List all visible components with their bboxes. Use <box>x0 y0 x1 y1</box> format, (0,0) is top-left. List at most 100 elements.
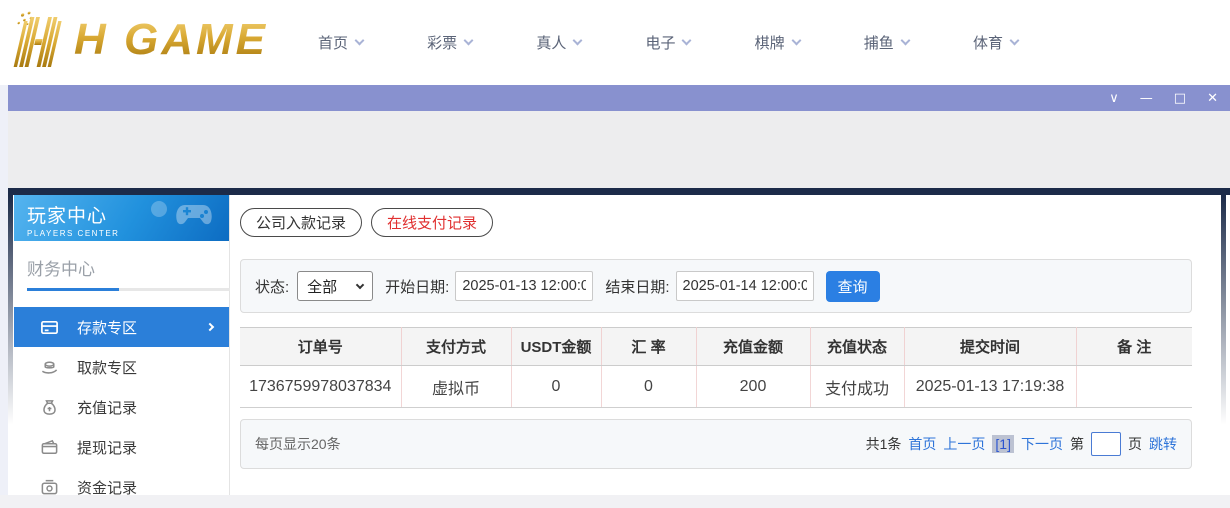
nav-item-slots[interactable]: 电子 <box>645 32 692 53</box>
chevron-down-icon <box>682 35 692 46</box>
sidebar-item-recharge-records[interactable]: 充值记录 <box>14 387 229 427</box>
page-size-text: 每页显示20条 <box>255 436 341 452</box>
page-bottom-margin <box>0 495 1230 508</box>
sidebar-item-withdrawal-records[interactable]: 提现记录 <box>14 427 229 467</box>
nav-item-lottery[interactable]: 彩票 <box>427 32 474 53</box>
end-date-label: 结束日期: <box>605 278 670 296</box>
sidebar-item-label: 取款专区 <box>77 359 138 377</box>
sidebar-subtitle: PLAYERS CENTER <box>27 229 120 238</box>
sidebar-item-withdraw[interactable]: 取款专区 <box>14 347 229 387</box>
table-row: 1736759978037834 虚拟币 0 0 200 支付成功 2025-0… <box>240 365 1192 408</box>
section-underline <box>27 288 230 291</box>
search-button[interactable]: 查询 <box>825 270 880 302</box>
site-header: H GAME 首页 彩票 真人 电子 棋牌 捕鱼 体育 <box>0 0 1230 85</box>
jump-button[interactable]: 跳转 <box>1149 434 1177 454</box>
cell-recharge-amount: 200 <box>695 365 811 408</box>
sidebar-item-deposit[interactable]: 存款专区 <box>14 307 229 347</box>
prev-page-link[interactable]: 上一页 <box>943 434 985 454</box>
table-header-row: 订单号 支付方式 USDT金额 汇 率 充值金额 充值状态 提交时间 备 注 <box>240 327 1192 366</box>
start-date-input[interactable] <box>455 271 594 301</box>
status-label: 状态: <box>255 278 290 296</box>
chevron-down-icon <box>355 280 365 289</box>
sidebar-item-label: 提现记录 <box>77 439 138 457</box>
sidebar: 玩家中心 PLAYERS CENTER 财务中心 存款专区 取款专区 充值记录 … <box>14 195 230 497</box>
total-count-text: 共1条 <box>865 436 902 452</box>
main-nav: 首页 彩票 真人 电子 棋牌 捕鱼 体育 <box>318 0 1020 85</box>
current-page-indicator: [1] <box>992 435 1014 453</box>
chevron-down-icon <box>1009 35 1020 46</box>
page-jump-input[interactable] <box>1091 432 1121 456</box>
nav-label: 真人 <box>536 35 567 52</box>
status-select-value: 全部 <box>307 278 338 296</box>
col-submit-time: 提交时间 <box>903 327 1077 366</box>
decor-bubble <box>151 201 167 217</box>
nav-item-live[interactable]: 真人 <box>536 32 583 53</box>
chevron-right-icon <box>205 322 215 332</box>
page: H GAME 首页 彩票 真人 电子 棋牌 捕鱼 体育 ∨ — □ ✕ 玩家中心… <box>0 0 1230 508</box>
sidebar-item-label: 存款专区 <box>77 319 138 337</box>
deposit-card-icon <box>40 318 59 337</box>
cell-usdt-amount: 0 <box>510 365 602 408</box>
chevron-down-icon <box>463 35 474 46</box>
nav-label: 体育 <box>972 35 1003 52</box>
col-order-number: 订单号 <box>240 327 402 366</box>
gamepad-icon <box>175 199 219 229</box>
jump-suffix-text: 页 <box>1128 436 1142 452</box>
cell-order-number: 1736759978037834 <box>240 365 402 408</box>
cell-submit-time: 2025-01-13 17:19:38 <box>903 365 1077 408</box>
pagination-controls: 共1条 首页 上一页 [1] 下一页 第 页 跳转 <box>866 432 1177 456</box>
chevron-down-icon <box>354 35 365 46</box>
pagination-bar: 每页显示20条 共1条 首页 上一页 [1] 下一页 第 页 跳转 <box>240 419 1192 469</box>
nav-label: 电子 <box>645 35 676 52</box>
player-center-window: 玩家中心 PLAYERS CENTER 财务中心 存款专区 取款专区 充值记录 … <box>8 188 1230 497</box>
tab-company-deposit-records[interactable]: 公司入款记录 <box>240 208 363 237</box>
nav-item-home[interactable]: 首页 <box>318 32 365 53</box>
nav-item-sports[interactable]: 体育 <box>972 32 1020 53</box>
sidebar-header: 玩家中心 PLAYERS CENTER <box>14 195 229 241</box>
col-recharge-status: 充值状态 <box>809 327 905 366</box>
minimize-button[interactable]: — <box>1140 92 1153 105</box>
cell-recharge-status: 支付成功 <box>809 365 905 408</box>
content-panel: 公司入款记录 在线支付记录 状态: 全部 开始日期: 结束日期: 查询 订单号 <box>230 195 1230 495</box>
wallet-icon <box>40 438 59 457</box>
first-page-link[interactable]: 首页 <box>908 434 936 454</box>
logo-mark-icon <box>6 9 74 71</box>
window-controls: ∨ — □ ✕ <box>1109 92 1230 105</box>
withdraw-hand-icon <box>40 358 59 377</box>
sidebar-menu: 存款专区 取款专区 充值记录 提现记录 资金记录 <box>14 307 229 507</box>
cell-exchange-rate: 0 <box>600 365 697 408</box>
chevron-down-icon <box>791 35 802 46</box>
col-exchange-rate: 汇 率 <box>600 327 697 366</box>
jump-prefix-text: 第 <box>1070 436 1084 452</box>
start-date-label: 开始日期: <box>385 278 450 296</box>
col-recharge-amount: 充值金额 <box>695 327 811 366</box>
sidebar-item-label: 充值记录 <box>77 399 138 417</box>
nav-label: 首页 <box>318 35 349 52</box>
end-date-input[interactable] <box>675 271 814 301</box>
chevron-down-icon <box>572 35 583 46</box>
close-button[interactable]: ✕ <box>1207 92 1218 105</box>
maximize-button[interactable]: □ <box>1174 92 1186 105</box>
records-table: 订单号 支付方式 USDT金额 汇 率 充值金额 充值状态 提交时间 备 注 1… <box>240 327 1192 408</box>
tab-online-payment-records[interactable]: 在线支付记录 <box>371 208 494 237</box>
nav-item-fishing[interactable]: 捕鱼 <box>864 32 911 53</box>
status-select[interactable]: 全部 <box>297 271 374 301</box>
money-bag-icon <box>40 398 59 417</box>
page-left-margin <box>0 85 8 495</box>
collapse-chevron-icon[interactable]: ∨ <box>1109 92 1119 105</box>
coin-purse-icon <box>40 478 59 497</box>
chevron-down-icon <box>900 35 911 46</box>
col-payment-method: 支付方式 <box>400 327 512 366</box>
next-page-link[interactable]: 下一页 <box>1021 434 1063 454</box>
filter-bar: 状态: 全部 开始日期: 结束日期: 查询 <box>240 259 1192 313</box>
nav-label: 棋牌 <box>754 35 785 52</box>
logo[interactable]: H GAME <box>6 9 268 71</box>
record-tabs: 公司入款记录 在线支付记录 <box>240 208 494 237</box>
nav-label: 彩票 <box>427 35 458 52</box>
col-remarks: 备 注 <box>1075 327 1192 366</box>
nav-item-chess[interactable]: 棋牌 <box>754 32 802 53</box>
col-usdt-amount: USDT金额 <box>510 327 602 366</box>
window-titlebar: ∨ — □ ✕ <box>8 85 1230 111</box>
logo-text: H GAME <box>74 15 268 64</box>
cell-remarks <box>1075 365 1192 408</box>
